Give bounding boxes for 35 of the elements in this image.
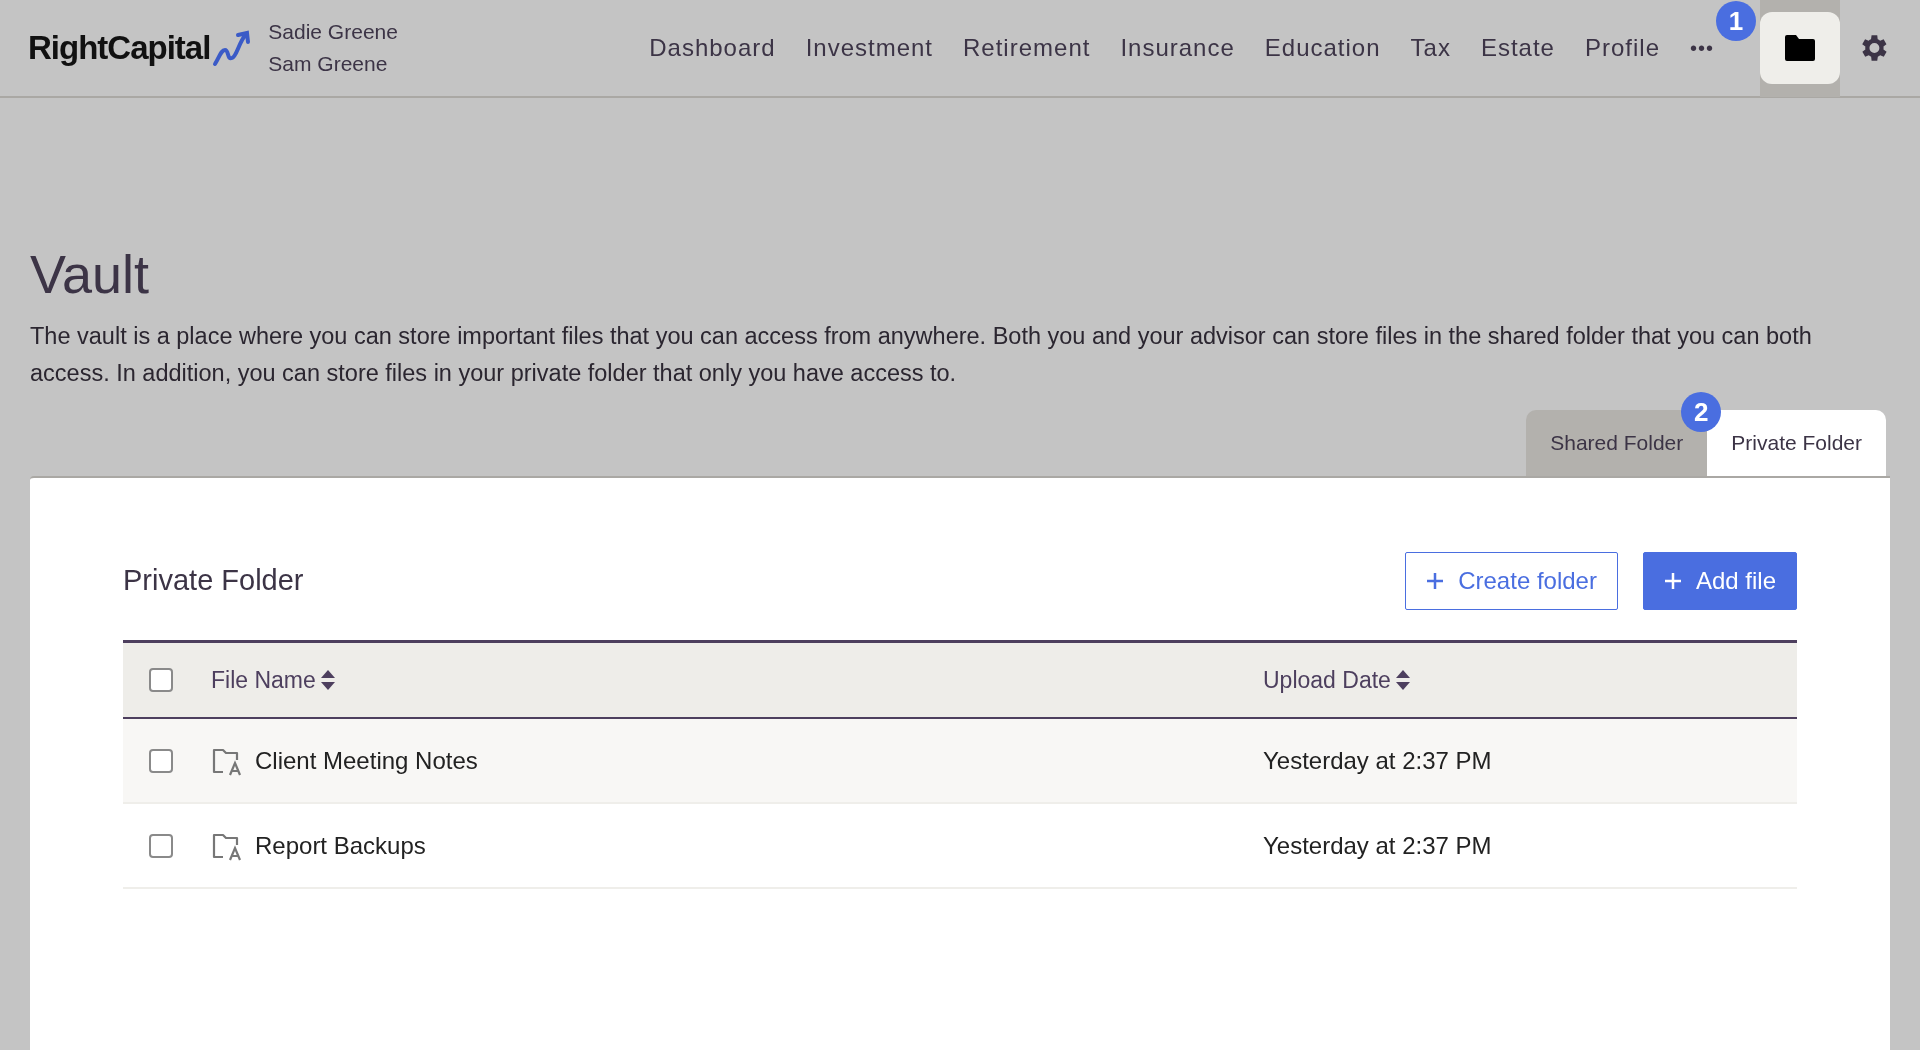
page-description: The vault is a place where you can store important files that you can access from anywhere. Both you and your advisor can store files in the shared folder that you can both access. In addition, you can store files in your private folder that only you have access to. <box>30 322 1813 388</box>
column-header[interactable]: Upload Date <box>1263 662 1391 698</box>
client-name: Sam Greene <box>268 51 389 77</box>
action-button[interactable]: Add file <box>1642 552 1797 610</box>
action-button[interactable]: Create folder <box>1405 552 1618 610</box>
checkbox[interactable] <box>149 668 173 692</box>
nav-link[interactable]: Retirement <box>963 30 1091 66</box>
logo[interactable]: RightCapital <box>28 23 211 73</box>
step-badge: 1 <box>1716 1 1756 41</box>
nav-link[interactable]: Education <box>1264 30 1381 66</box>
nav-link[interactable]: Estate <box>1480 30 1555 66</box>
more-menu[interactable]: ••• <box>1690 33 1714 63</box>
sort-icon[interactable] <box>319 669 336 691</box>
nav-link[interactable]: Profile <box>1584 30 1660 66</box>
plus-icon <box>1426 572 1445 590</box>
file-name[interactable]: Client Meeting Notes <box>255 742 478 779</box>
client-name: Sadie Greene <box>268 19 398 45</box>
plus-icon <box>1663 572 1682 590</box>
step-badge: 2 <box>1681 392 1722 432</box>
panel-title: Private Folder <box>123 563 304 599</box>
upload-date: Yesterday at 2:37 PM <box>1263 830 1492 861</box>
nav-link[interactable]: Dashboard <box>649 30 776 66</box>
upload-date: Yesterday at 2:37 PM <box>1263 745 1492 776</box>
page-title: Vault <box>30 244 151 304</box>
folder-tab[interactable]: Private Folder <box>1707 410 1886 476</box>
checkbox[interactable] <box>149 748 173 773</box>
vault-button[interactable] <box>1760 12 1840 84</box>
nav-link[interactable]: Tax <box>1410 30 1451 66</box>
nav-link[interactable]: Investment <box>805 30 933 66</box>
folder-icon <box>1783 34 1817 62</box>
file-name[interactable]: Report Backups <box>255 827 426 864</box>
column-header[interactable]: File Name <box>211 662 316 698</box>
checkbox[interactable] <box>149 833 173 858</box>
sort-icon[interactable] <box>1394 669 1411 691</box>
nav-link[interactable]: Insurance <box>1120 30 1235 66</box>
